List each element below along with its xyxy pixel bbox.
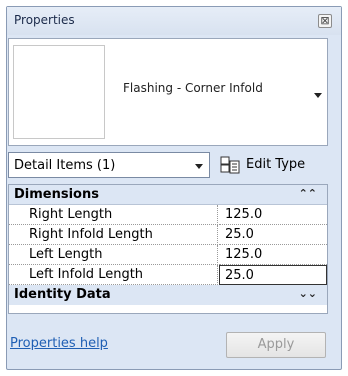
property-name: Left Length <box>9 245 218 265</box>
group-header-identity-data[interactable]: Identity Data ⌄⌄ <box>9 285 327 305</box>
type-preview-image <box>13 45 105 139</box>
group-label: Dimensions <box>14 187 99 202</box>
property-row: Left Length 125.0 <box>9 245 327 265</box>
instance-filter-dropdown[interactable]: Detail Items (1) <box>8 152 210 178</box>
close-icon[interactable]: ⊠ <box>318 14 332 28</box>
property-value-field[interactable]: 125.0 <box>219 205 327 225</box>
apply-button[interactable]: Apply <box>226 332 326 358</box>
property-value-field[interactable]: 125.0 <box>219 245 327 265</box>
edit-type-button[interactable]: Edit Type <box>216 152 328 178</box>
property-row: Right Length 125.0 <box>9 205 327 225</box>
properties-grid: Dimensions ⌃⌃ Right Length 125.0 Right I… <box>8 184 328 314</box>
type-selector[interactable]: Flashing - Corner Infold <box>8 38 328 146</box>
chevron-down-icon[interactable] <box>314 93 322 98</box>
title-bar[interactable]: Properties ⊠ <box>7 7 341 35</box>
collapse-chevron-icon[interactable]: ⌃⌃ <box>299 187 317 200</box>
filter-selected-value: Detail Items (1) <box>14 158 116 173</box>
property-value-field[interactable]: 25.0 <box>219 225 327 245</box>
property-row: Left Infold Length 25.0 <box>9 265 327 285</box>
property-row: Right Infold Length 25.0 <box>9 225 327 245</box>
property-value-field-active[interactable]: 25.0 <box>219 265 327 285</box>
edit-type-label: Edit Type <box>246 157 306 172</box>
property-name: Right Length <box>9 205 218 225</box>
expand-chevron-icon[interactable]: ⌄⌄ <box>299 287 317 300</box>
group-header-dimensions[interactable]: Dimensions ⌃⌃ <box>9 185 327 205</box>
property-name: Left Infold Length <box>9 265 218 285</box>
palette-title: Properties <box>14 13 75 27</box>
chevron-down-icon[interactable] <box>195 164 203 169</box>
group-label: Identity Data <box>14 287 111 302</box>
type-name: Flashing - Corner Infold <box>123 81 263 95</box>
edit-type-icon <box>220 156 240 174</box>
properties-help-link[interactable]: Properties help <box>10 336 108 351</box>
property-name: Right Infold Length <box>9 225 218 245</box>
